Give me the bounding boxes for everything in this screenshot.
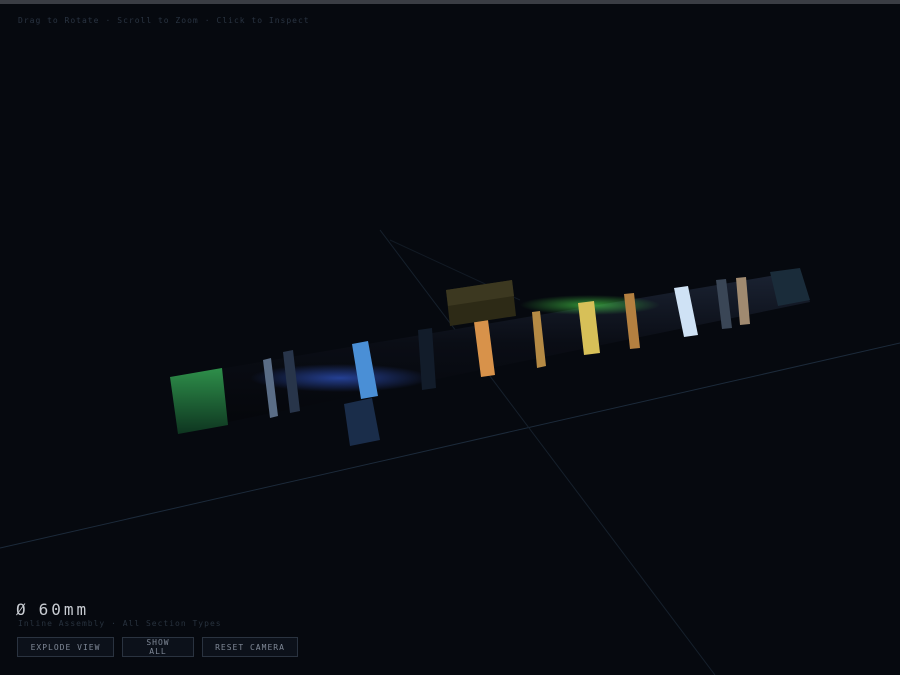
diameter-symbol: Ø	[16, 600, 29, 619]
inline-assembly-model[interactable]	[170, 268, 810, 446]
diameter-readout: Ø 60mm	[16, 600, 89, 619]
blue-glow	[250, 364, 430, 392]
mount-bracket	[344, 398, 380, 446]
show-all-button[interactable]: SHOW ALL	[122, 637, 194, 657]
reset-camera-button[interactable]: RESET CAMERA	[202, 637, 298, 657]
3d-viewport[interactable]	[0, 0, 900, 675]
explode-view-button[interactable]: EXPLODE VIEW	[17, 637, 114, 657]
assembly-subtitle: Inline Assembly · All Section Types	[18, 619, 222, 628]
diameter-value: 60mm	[38, 600, 90, 619]
view-controls: EXPLODE VIEW SHOW ALL RESET CAMERA	[17, 637, 298, 657]
green-end-cap	[170, 368, 228, 434]
